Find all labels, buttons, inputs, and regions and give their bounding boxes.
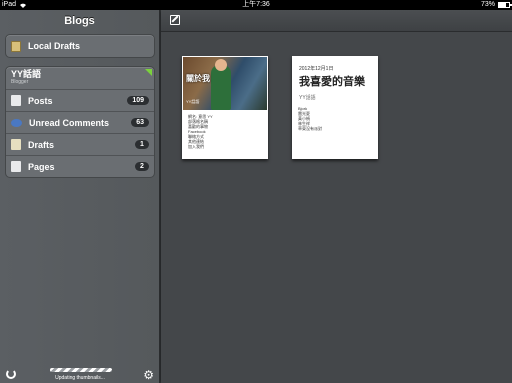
sidebar-item-label: Posts [28, 95, 53, 106]
count-badge: 63 [131, 118, 149, 127]
excerpt-line: 加入我們 [188, 144, 204, 149]
post-excerpt: Bjork 雷光夏 黃小楨 林生祥 草東沒有派對 [292, 103, 378, 134]
post-card[interactable]: 2012年12月1日 我喜愛的音樂 YY話語 Bjork 雷光夏 黃小楨 林生祥… [292, 56, 378, 159]
blog-group: YY話語 Blogger Posts 109 Unread Comments 6… [5, 66, 155, 178]
sidebar-item-unread-comments[interactable]: Unread Comments 63 [6, 111, 154, 133]
sidebar-item-posts[interactable]: Posts 109 [6, 89, 154, 111]
local-drafts-group: Local Drafts [5, 34, 155, 58]
pages-icon [11, 161, 21, 172]
blog-name: YY話語 [11, 69, 42, 79]
sidebar-title: Blogs [64, 15, 95, 27]
comment-bubble-icon [11, 118, 22, 127]
post-date: 2012年12月1日 [299, 66, 334, 72]
compose-icon[interactable] [170, 15, 180, 25]
local-drafts-item[interactable]: Local Drafts [6, 35, 154, 57]
toolbar [161, 10, 512, 32]
sidebar-item-pages[interactable]: Pages 2 [6, 155, 154, 177]
updating-status: Updating thumbnails... [55, 375, 105, 381]
count-badge: 2 [135, 162, 149, 171]
status-bar: iPad 上午7:36 73% [0, 0, 512, 10]
photo-figure [211, 59, 231, 110]
gear-icon[interactable]: ⚙ [143, 369, 154, 381]
post-thumbnail-image: 關於我 YY話語 [183, 57, 267, 110]
posts-icon [11, 95, 21, 106]
count-badge: 1 [135, 140, 149, 149]
sidebar-item-label: Pages [28, 161, 55, 172]
sidebar-item-drafts[interactable]: Drafts 1 [6, 133, 154, 155]
post-author: YY話語 [299, 95, 316, 101]
excerpt-line: 草東沒有派對 [298, 126, 322, 131]
blog-platform: Blogger [11, 79, 29, 85]
battery-icon [498, 2, 512, 8]
post-excerpt: 網名: 意思 YY 部落格名稱 喜歡的事物 Facebook 聯絡方式 其他連結… [182, 111, 268, 152]
sidebar-item-label: Drafts [28, 139, 55, 150]
drafts-icon [11, 139, 21, 150]
sidebar: Blogs Local Drafts YY話語 Blogger Posts 10… [0, 10, 160, 383]
clock: 上午7:36 [242, 1, 270, 8]
sidebar-item-label: Unread Comments [29, 117, 110, 128]
drafts-box-icon [11, 40, 21, 52]
sidebar-footer: Updating thumbnails... ⚙ [0, 365, 160, 383]
local-drafts-label: Local Drafts [28, 41, 81, 51]
post-title: 我喜愛的音樂 [299, 76, 365, 88]
progress-bar [50, 368, 112, 372]
post-card[interactable]: 關於我 YY話語 網名: 意思 YY 部落格名稱 喜歡的事物 Facebook … [182, 56, 268, 159]
count-badge: 109 [127, 96, 149, 105]
photo-title: 關於我 [186, 74, 210, 83]
blog-header[interactable]: YY話語 Blogger [6, 67, 154, 89]
battery-percent: 73% [480, 1, 495, 8]
photo-subtitle: YY話語 [186, 99, 200, 104]
posts-grid: 關於我 YY話語 網名: 意思 YY 部落格名稱 喜歡的事物 Facebook … [161, 32, 512, 383]
blog-indicator-icon [145, 69, 152, 76]
